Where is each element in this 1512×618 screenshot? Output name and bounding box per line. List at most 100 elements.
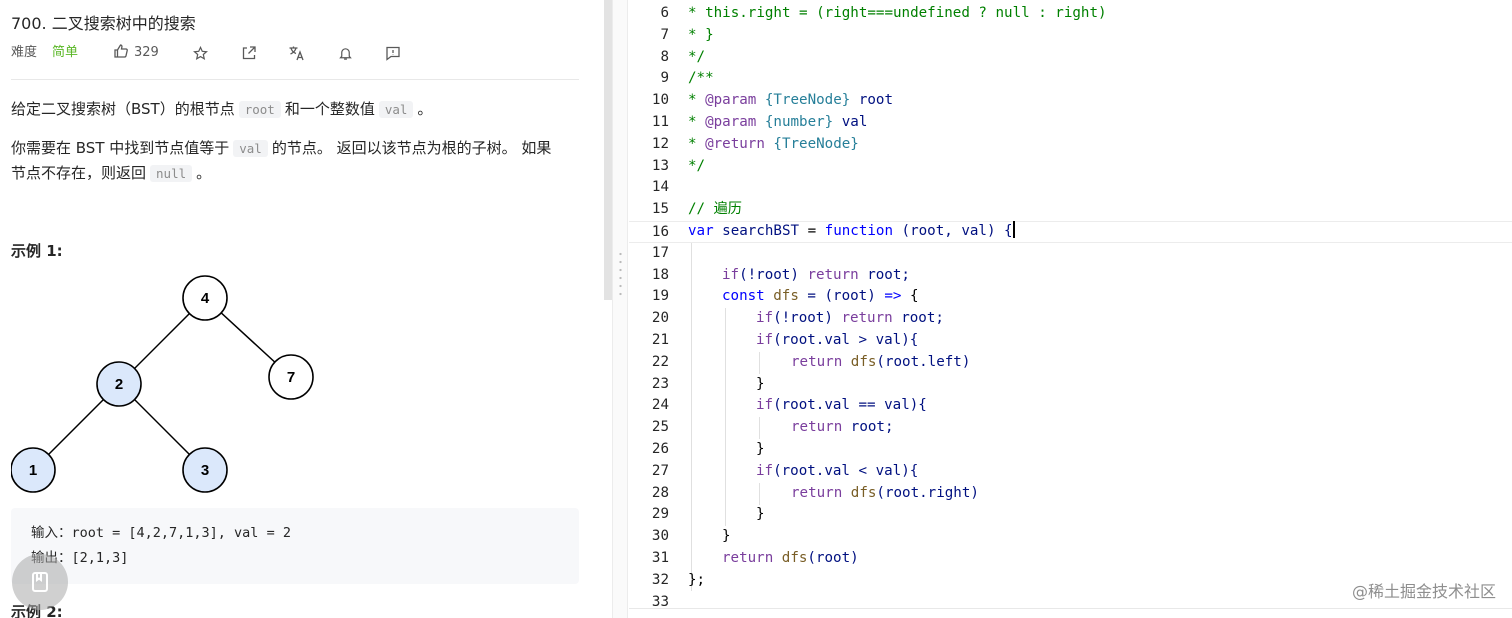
code-token: if — [756, 462, 774, 479]
drag-handle-icon — [619, 250, 622, 300]
code-token: if — [756, 397, 774, 414]
code-token: if — [756, 332, 774, 348]
code-line: * @param {TreeNode} root — [688, 90, 893, 112]
code-token: dfs — [842, 484, 877, 501]
code-line: var searchBST = function (root, val) { — [688, 221, 1015, 243]
code-token: {TreeNode} — [756, 92, 851, 109]
code-line: } — [756, 441, 765, 457]
code-token: dfs — [842, 353, 877, 370]
line-number: 32 — [651, 571, 669, 588]
description-paragraph-2: 你需要在 BST 中找到节点值等于 val 的节点。 返回以该节点为根的子树。 如果… — [11, 136, 551, 186]
line-number: 17 — [651, 244, 669, 261]
indent-guide — [759, 352, 760, 374]
line-number: 30 — [651, 528, 669, 545]
code-line: * @param {number} val — [688, 112, 867, 134]
description-paragraph-1: 给定二叉搜索树（BST）的根节点 root 和一个整数值 val。 — [11, 97, 432, 122]
code-line: if(root.val > val){ — [756, 330, 918, 352]
code-token: (root.val == val){ — [773, 397, 927, 414]
share-button[interactable] — [240, 44, 258, 62]
code-token: @param — [705, 114, 757, 130]
indent-guide — [759, 483, 760, 505]
line-number: 26 — [651, 441, 669, 457]
code-token: (root.val < val){ — [773, 462, 919, 479]
code-token: (root, val) { — [893, 223, 1013, 239]
code-token: return — [841, 310, 893, 327]
code-token: = (root) — [798, 288, 885, 305]
problem-meta-bar: 难度 简单 329 — [11, 43, 579, 63]
notes-fab[interactable] — [12, 554, 68, 610]
notification-button[interactable] — [336, 44, 354, 62]
line-number: 18 — [651, 266, 669, 283]
code-line: return dfs(root.left) — [791, 352, 970, 374]
code-token: val — [833, 114, 868, 130]
code-token: @param — [705, 92, 757, 109]
indent-guide — [691, 243, 692, 591]
line-number: 16 — [651, 224, 669, 240]
desc-text: 。 — [196, 164, 212, 182]
translate-button[interactable] — [287, 44, 305, 62]
code-line: const dfs = (root) => { — [722, 286, 919, 308]
code-line: } — [722, 528, 731, 545]
line-number: 6 — [660, 5, 669, 21]
line-number: 28 — [651, 484, 669, 501]
code-line: */ — [688, 48, 706, 65]
line-number: 13 — [651, 157, 669, 174]
line-number: 9 — [660, 70, 669, 87]
line-number: 15 — [651, 201, 669, 218]
desc-text: 。 — [417, 100, 433, 118]
inline-code-val: val — [233, 140, 268, 157]
code-line: return dfs(root) — [722, 548, 859, 570]
text-cursor — [1012, 221, 1015, 238]
tree-node-label: 7 — [287, 369, 295, 386]
code-token: * — [688, 135, 706, 152]
code-line: // 遍历 — [688, 201, 742, 218]
code-token: return — [791, 419, 843, 436]
line-number: 23 — [651, 375, 669, 392]
code-token: return — [791, 484, 843, 501]
line-number: 21 — [651, 332, 669, 348]
code-token: root — [850, 92, 894, 109]
line-number: 19 — [651, 288, 669, 305]
pane-splitter[interactable] — [612, 0, 628, 618]
code-token: dfs — [764, 288, 799, 305]
code-line: } — [756, 375, 765, 392]
feedback-button[interactable] — [384, 44, 402, 62]
editor-bottom-border — [629, 608, 1512, 609]
line-number: 20 — [651, 310, 669, 327]
desc-text: 给定二叉搜索树（BST）的根节点 — [11, 100, 235, 118]
problem-pane-scrollbar[interactable] — [604, 0, 612, 300]
translate-icon — [289, 46, 304, 61]
code-token: root; — [892, 310, 944, 327]
line-number: 33 — [651, 593, 669, 610]
code-line: * @return {TreeNode} — [688, 134, 859, 156]
code-token: (!root) — [773, 310, 842, 327]
line-number: 25 — [651, 419, 669, 436]
line-number: 14 — [651, 179, 669, 196]
header-divider — [11, 79, 579, 80]
line-number: 22 — [651, 353, 669, 370]
code-line: if(root.val < val){ — [756, 461, 918, 483]
code-token: root; — [842, 419, 894, 436]
code-token: @return — [705, 135, 765, 152]
code-token: if — [722, 266, 740, 283]
problem-title: 700. 二叉搜索树中的搜索 — [11, 14, 196, 33]
code-token: return — [722, 550, 774, 566]
code-token: (root.val > val){ — [773, 332, 919, 348]
code-editor[interactable]: 6 7 8 9 10 11 12 13 14 15 16 17 18 19 20… — [629, 0, 1512, 618]
code-line: * } — [688, 26, 714, 43]
code-token: (root.right) — [876, 484, 979, 501]
line-number: 11 — [651, 114, 669, 130]
desc-text: 你需要在 BST 中找到节点值等于 — [11, 139, 230, 157]
code-line: */ — [688, 157, 706, 174]
line-number: 27 — [651, 462, 669, 479]
line-number: 29 — [651, 506, 669, 523]
inline-code-null: null — [150, 165, 193, 182]
inline-code-root: root — [238, 101, 281, 118]
code-token: (!root) — [739, 266, 808, 283]
tree-node-label: 1 — [29, 462, 37, 479]
like-count: 329 — [134, 45, 159, 60]
line-number: 24 — [651, 397, 669, 414]
code-token: = — [799, 223, 825, 239]
like-button[interactable]: 329 — [113, 43, 159, 63]
star-button[interactable] — [191, 44, 209, 62]
